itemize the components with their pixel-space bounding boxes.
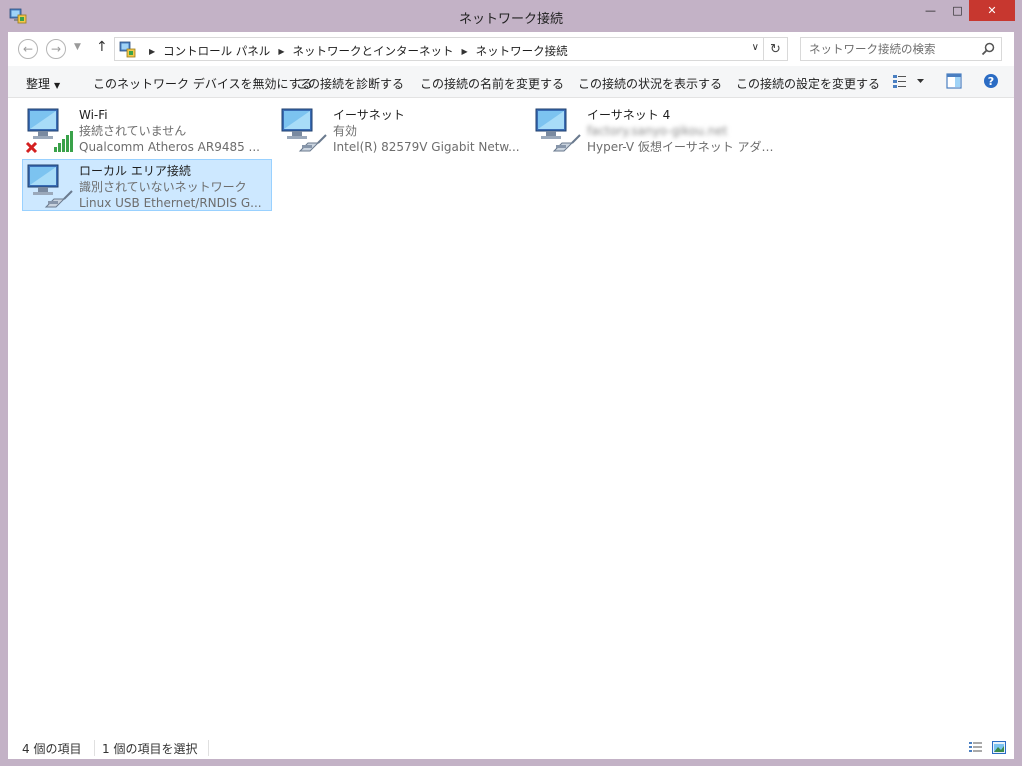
connections-list: Wi-Fi 接続されていません Qualcomm Atheros AR9485 … (8, 99, 1014, 737)
chevron-down-icon: ▼ (54, 81, 61, 90)
connection-status: 有効 (333, 124, 358, 138)
maximize-button[interactable]: □ (944, 0, 971, 21)
window-title: ネットワーク接続 (458, 12, 563, 27)
connection-name: ローカル エリア接続 (79, 164, 191, 178)
forward-arrow-icon: → (50, 42, 62, 56)
back-button[interactable]: ← (18, 39, 38, 59)
breadcrumb: ▶ コントロール パネル ▶ ネットワークとインターネット ▶ ネットワーク接続 (141, 43, 568, 59)
command-bar: 整理 ▼ このネットワーク デバイスを無効にする この接続を診断する この接続の名… (8, 66, 1014, 98)
forward-button[interactable]: → (46, 39, 66, 59)
diagnose-button[interactable]: この接続を診断する (296, 75, 404, 92)
connection-item-wifi[interactable]: Wi-Fi 接続されていません Qualcomm Atheros AR9485 … (22, 103, 272, 155)
connection-item-ethernet-4[interactable]: イーサネット 4 factory.sanyo-gikou.net Hyper-V… (530, 103, 780, 155)
address-history-dropdown[interactable]: ∨ (752, 42, 759, 53)
organize-label: 整理 (26, 77, 51, 91)
large-icons-view-icon (992, 741, 1006, 754)
status-bar: 4 個の項目 1 個の項目を選択 (8, 737, 1014, 759)
status-divider (208, 740, 209, 756)
ethernet-adapter-icon (281, 108, 327, 152)
control-panel-icon (119, 41, 136, 58)
address-bar[interactable]: ▶ コントロール パネル ▶ ネットワークとインターネット ▶ ネットワーク接続… (114, 37, 788, 61)
minimize-icon: — (925, 4, 936, 17)
large-icons-view-button[interactable] (992, 741, 1006, 758)
navigation-bar: ← → ▼ ↑ ▶ コントロール パネル ▶ ネットワークとインターネット ▶ … (8, 32, 1014, 66)
wifi-adapter-icon (25, 108, 73, 154)
close-button[interactable]: ✕ (969, 0, 1015, 21)
selected-count: 1 個の項目を選択 (102, 742, 198, 756)
item-count: 4 個の項目 (22, 742, 82, 756)
search-icon[interactable] (981, 42, 995, 56)
view-options-icon (893, 75, 924, 88)
close-icon: ✕ (987, 4, 997, 17)
ethernet-adapter-icon (535, 108, 581, 152)
connection-device: Hyper-V 仮想イーサネット アダプタ... (587, 140, 777, 154)
breadcrumb-network-connections[interactable]: ネットワーク接続 (476, 43, 568, 59)
recent-locations-button[interactable]: ▼ (74, 42, 81, 52)
minimize-button[interactable]: — (917, 0, 944, 21)
connection-text: イーサネット 4 factory.sanyo-gikou.net Hyper-V… (587, 107, 777, 155)
search-input[interactable] (801, 38, 977, 60)
help-button[interactable]: ? (983, 73, 999, 92)
connection-item-ethernet[interactable]: イーサネット 有効 Intel(R) 82579V Gigabit Netw..… (276, 103, 526, 155)
svg-text:?: ? (988, 75, 994, 88)
connection-item-local-area[interactable]: ローカル エリア接続 識別されていないネットワーク Linux USB Ethe… (22, 159, 272, 211)
explorer-body: ← → ▼ ↑ ▶ コントロール パネル ▶ ネットワークとインターネット ▶ … (8, 32, 1014, 759)
details-view-button[interactable] (968, 741, 984, 758)
signal-bars-icon (54, 131, 73, 152)
connection-device: Qualcomm Atheros AR9485 ... (79, 140, 260, 154)
view-status-button[interactable]: この接続の状況を表示する (578, 75, 722, 92)
up-button[interactable]: ↑ (96, 39, 108, 55)
breadcrumb-control-panel[interactable]: コントロール パネル (163, 43, 270, 59)
up-arrow-icon: ↑ (96, 39, 108, 55)
connection-name: Wi-Fi (79, 108, 108, 122)
connection-status: factory.sanyo-gikou.net (587, 124, 728, 138)
connection-device: Linux USB Ethernet/RNDIS G... (79, 196, 262, 210)
chevron-right-icon[interactable]: ▶ (461, 47, 467, 56)
connection-name: イーサネット (333, 108, 405, 122)
connection-status: 接続されていません (79, 124, 187, 138)
connection-status: 識別されていないネットワーク (79, 180, 247, 194)
ethernet-adapter-icon (27, 164, 73, 208)
title-bar[interactable]: ネットワーク接続 — □ ✕ (0, 0, 1022, 32)
breadcrumb-network-internet[interactable]: ネットワークとインターネット (292, 43, 453, 59)
back-arrow-icon: ← (22, 42, 34, 56)
change-view-button[interactable] (892, 73, 926, 92)
connection-text: Wi-Fi 接続されていません Qualcomm Atheros AR9485 … (79, 107, 269, 155)
connection-text: ローカル エリア接続 識別されていないネットワーク Linux USB Ethe… (79, 163, 269, 211)
rename-button[interactable]: この接続の名前を変更する (420, 75, 564, 92)
disable-device-button[interactable]: このネットワーク デバイスを無効にする (93, 75, 313, 92)
explorer-window: ネットワーク接続 — □ ✕ ← → ▼ ↑ ▶ コントロール パネル ▶ ネッ… (0, 0, 1022, 766)
status-divider (94, 740, 95, 756)
connection-name: イーサネット 4 (587, 108, 671, 122)
organize-menu[interactable]: 整理 ▼ (26, 75, 60, 92)
chevron-right-icon[interactable]: ▶ (278, 47, 284, 56)
help-icon: ? (984, 74, 998, 88)
details-view-icon (969, 742, 982, 752)
connection-text: イーサネット 有効 Intel(R) 82579V Gigabit Netw..… (333, 107, 523, 155)
change-settings-button[interactable]: この接続の設定を変更する (736, 75, 880, 92)
refresh-button[interactable]: ↻ (763, 38, 787, 60)
preview-pane-icon (946, 73, 962, 89)
connection-device: Intel(R) 82579V Gigabit Netw... (333, 140, 520, 154)
refresh-icon: ↻ (770, 41, 781, 57)
search-box (800, 37, 1002, 61)
disconnected-icon (25, 141, 38, 154)
maximize-icon: □ (952, 4, 963, 17)
chevron-right-icon[interactable]: ▶ (149, 47, 155, 56)
preview-pane-button[interactable] (946, 73, 962, 92)
